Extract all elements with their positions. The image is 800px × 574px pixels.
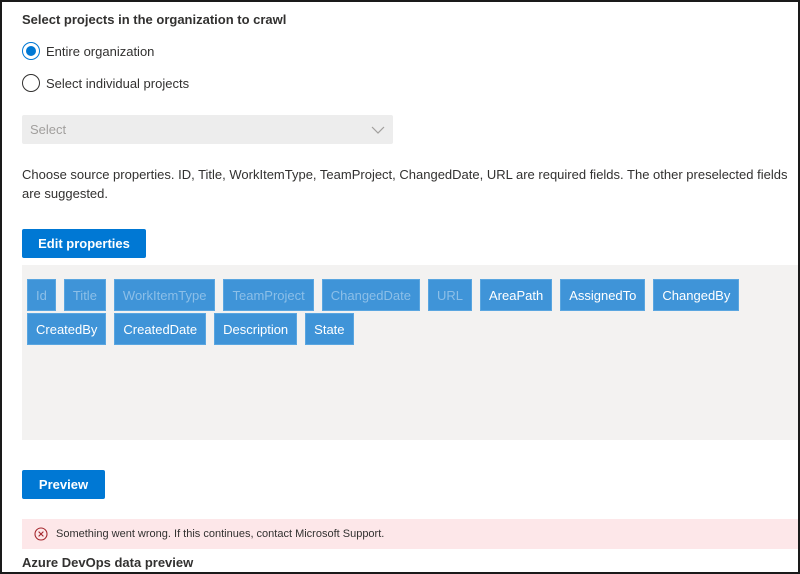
- chevron-down-icon: [371, 126, 385, 134]
- radio-button-checked-icon[interactable]: [22, 42, 40, 60]
- error-message-bar: Something went wrong. If this continues,…: [22, 519, 798, 549]
- property-chip-workitemtype: WorkItemType: [113, 279, 216, 311]
- properties-description: Choose source properties. ID, Title, Wor…: [22, 167, 788, 201]
- selected-properties-area: Id Title WorkItemType TeamProject ChangedDat…: [22, 265, 798, 440]
- projects-select-dropdown[interactable]: Select: [22, 115, 393, 144]
- property-chip-description[interactable]: Description: [214, 313, 298, 345]
- radio-button-unchecked-icon[interactable]: [22, 74, 40, 92]
- data-preview-title: Azure DevOps data preview: [22, 555, 194, 570]
- property-chip-title: Title: [63, 279, 106, 311]
- error-message-text: Something went wrong. If this continues,…: [56, 528, 385, 540]
- radio-label: Select individual projects: [46, 75, 190, 91]
- property-chip-assignedto[interactable]: AssignedTo: [560, 279, 646, 311]
- select-value: Select: [30, 122, 67, 137]
- property-chips: Id Title WorkItemType TeamProject ChangedDat…: [27, 279, 797, 347]
- preview-button[interactable]: Preview: [22, 470, 105, 499]
- property-chip-state[interactable]: State: [305, 313, 354, 345]
- radio-label: Entire organization: [46, 43, 155, 59]
- property-chip-changedby[interactable]: ChangedBy: [653, 279, 740, 311]
- property-chip-areapath[interactable]: AreaPath: [479, 279, 553, 311]
- edit-properties-button[interactable]: Edit properties: [22, 229, 146, 258]
- property-chip-url: URL: [427, 279, 472, 311]
- crawl-settings-panel: Select projects in the organization to c…: [0, 0, 800, 574]
- property-chip-changeddate: ChangedDate: [321, 279, 420, 311]
- property-chip-createdby[interactable]: CreatedBy: [27, 313, 107, 345]
- property-chip-id: Id: [27, 279, 56, 311]
- projects-section-title: Select projects in the organization to c…: [22, 12, 287, 27]
- error-circle-icon: [34, 527, 48, 541]
- property-chip-teamproject: TeamProject: [223, 279, 314, 311]
- radio-entire-organization[interactable]: Entire organization: [22, 42, 154, 60]
- property-chip-createddate[interactable]: CreatedDate: [114, 313, 207, 345]
- radio-select-individual-projects[interactable]: Select individual projects: [22, 74, 189, 92]
